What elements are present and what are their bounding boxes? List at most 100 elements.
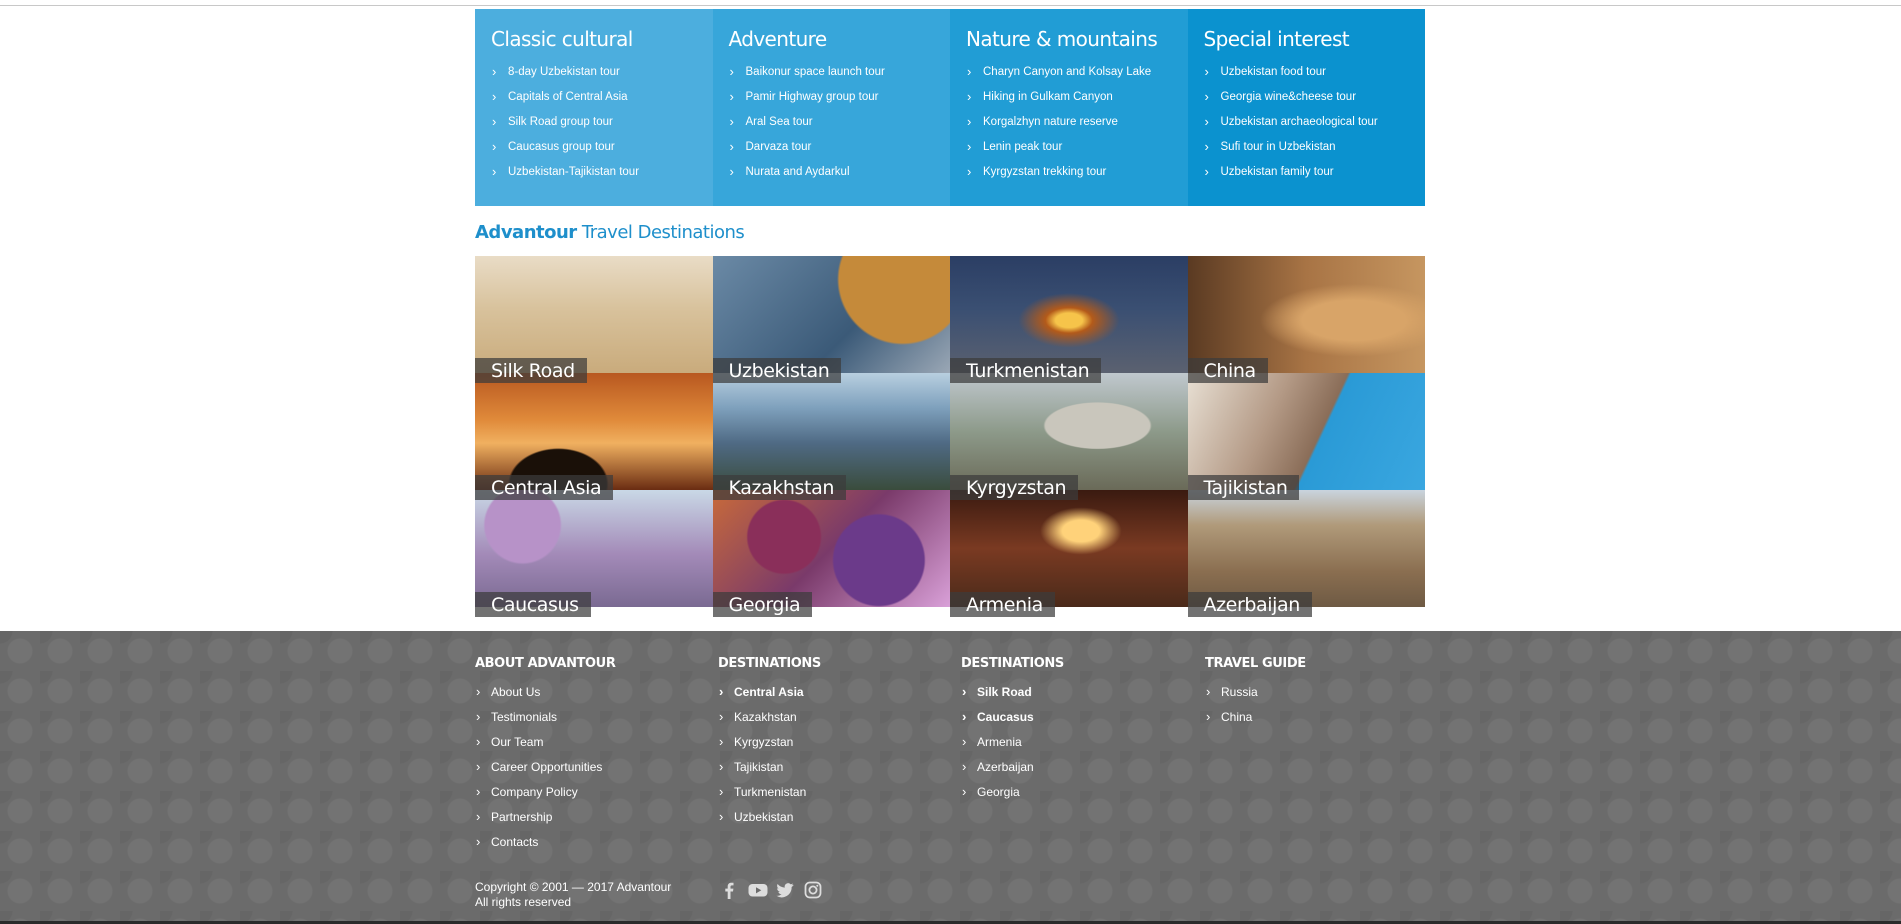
destination-label[interactable]: Caucasus bbox=[475, 592, 591, 617]
tour-column-title[interactable]: Special interest bbox=[1204, 27, 1426, 51]
footer-link[interactable]: Georgia bbox=[961, 779, 1064, 805]
destination-tile-turkmenistan[interactable]: Turkmenistan bbox=[950, 256, 1188, 383]
destination-photo bbox=[712, 373, 950, 490]
tour-link[interactable]: Sufi tour in Uzbekistan bbox=[1204, 134, 1426, 160]
destination-tile-georgia[interactable]: Georgia bbox=[712, 490, 950, 617]
footer-link[interactable]: Kazakhstan bbox=[718, 704, 821, 730]
instagram-icon[interactable] bbox=[804, 881, 822, 899]
footer-link[interactable]: Our Team bbox=[475, 729, 615, 755]
destination-photo bbox=[712, 490, 950, 607]
footer-column-title: DESTINATIONS bbox=[961, 656, 1064, 671]
destination-label[interactable]: Turkmenistan bbox=[950, 358, 1102, 383]
tour-link[interactable]: Uzbekistan family tour bbox=[1204, 159, 1426, 185]
tour-link[interactable]: Uzbekistan-Tajikistan tour bbox=[491, 159, 713, 185]
footer-link-list: Central AsiaKazakhstanKyrgyzstanTajikist… bbox=[718, 679, 821, 830]
tour-list: Charyn Canyon and Kolsay LakeHiking in G… bbox=[966, 59, 1188, 185]
tour-link[interactable]: Korgalzhyn nature reserve bbox=[966, 109, 1188, 135]
social-links bbox=[720, 881, 822, 899]
footer-column-3: DESTINATIONS Silk RoadCaucasusArmeniaAzer… bbox=[961, 656, 1064, 805]
tour-link[interactable]: Uzbekistan archaeological tour bbox=[1204, 109, 1426, 135]
destination-tile-uzbekistan[interactable]: Uzbekistan bbox=[712, 256, 950, 383]
destination-label[interactable]: Georgia bbox=[712, 592, 813, 617]
footer-link[interactable]: About Us bbox=[475, 679, 615, 705]
destination-label[interactable]: Silk Road bbox=[475, 358, 587, 383]
destinations-grid: Silk Road Uzbekistan Turkmenistan China Cent… bbox=[475, 256, 1425, 617]
tour-link[interactable]: 8-day Uzbekistan tour bbox=[491, 59, 713, 85]
tour-link[interactable]: Nurata and Aydarkul bbox=[729, 159, 951, 185]
footer-link[interactable]: China bbox=[1205, 704, 1306, 730]
footer-link[interactable]: Tajikistan bbox=[718, 754, 821, 780]
footer-link[interactable]: Azerbaijan bbox=[961, 754, 1064, 780]
destination-photo bbox=[1187, 490, 1425, 607]
tour-column-title[interactable]: Adventure bbox=[729, 27, 951, 51]
destination-label[interactable]: Kazakhstan bbox=[712, 475, 846, 500]
tour-column-title[interactable]: Classic cultural bbox=[491, 27, 713, 51]
facebook-icon[interactable] bbox=[720, 881, 738, 899]
destination-tile-china[interactable]: China bbox=[1187, 256, 1425, 383]
tour-link[interactable]: Uzbekistan food tour bbox=[1204, 59, 1426, 85]
tour-link[interactable]: Darvaza tour bbox=[729, 134, 951, 160]
tour-link[interactable]: Baikonur space launch tour bbox=[729, 59, 951, 85]
destination-photo bbox=[950, 256, 1188, 373]
destination-label[interactable]: Uzbekistan bbox=[712, 358, 842, 383]
tour-link[interactable]: Charyn Canyon and Kolsay Lake bbox=[966, 59, 1188, 85]
tour-link[interactable]: Caucasus group tour bbox=[491, 134, 713, 160]
destination-label[interactable]: Armenia bbox=[950, 592, 1055, 617]
tour-list: Baikonur space launch tourPamir Highway … bbox=[729, 59, 951, 185]
destinations-heading-brand: Advantour bbox=[475, 222, 577, 243]
tour-link[interactable]: Aral Sea tour bbox=[729, 109, 951, 135]
tour-link[interactable]: Capitals of Central Asia bbox=[491, 84, 713, 110]
destination-tile-armenia[interactable]: Armenia bbox=[950, 490, 1188, 617]
destination-tile-kazakhstan[interactable]: Kazakhstan bbox=[712, 373, 950, 500]
tour-link[interactable]: Pamir Highway group tour bbox=[729, 84, 951, 110]
footer-link[interactable]: Silk Road bbox=[961, 679, 1064, 705]
footer-link[interactable]: Contacts bbox=[475, 829, 615, 855]
destination-label[interactable]: Azerbaijan bbox=[1187, 592, 1312, 617]
footer-link[interactable]: Company Policy bbox=[475, 779, 615, 805]
destination-photo bbox=[950, 373, 1188, 490]
footer-link[interactable]: Russia bbox=[1205, 679, 1306, 705]
tour-link[interactable]: Hiking in Gulkam Canyon bbox=[966, 84, 1188, 110]
tour-link[interactable]: Silk Road group tour bbox=[491, 109, 713, 135]
tour-list: 8-day Uzbekistan tourCapitals of Central… bbox=[491, 59, 713, 185]
destination-tile-caucasus[interactable]: Caucasus bbox=[475, 490, 713, 617]
youtube-icon[interactable] bbox=[748, 881, 768, 899]
footer-link-list: About UsTestimonialsOur TeamCareer Oppor… bbox=[475, 679, 615, 855]
destination-photo bbox=[475, 490, 713, 607]
destination-tile-silk-road[interactable]: Silk Road bbox=[475, 256, 713, 383]
footer-link[interactable]: Partnership bbox=[475, 804, 615, 830]
footer-link[interactable]: Kyrgyzstan bbox=[718, 729, 821, 755]
footer-column-title: ABOUT ADVANTOUR bbox=[475, 656, 616, 671]
destination-label[interactable]: China bbox=[1187, 358, 1268, 383]
destination-tile-central-asia[interactable]: Central Asia bbox=[475, 373, 713, 500]
footer-link[interactable]: Caucasus bbox=[961, 704, 1064, 730]
tour-link[interactable]: Kyrgyzstan trekking tour bbox=[966, 159, 1188, 185]
footer-link[interactable]: Turkmenistan bbox=[718, 779, 821, 805]
copyright: Copyright © 2001 — 2017 Advantour All ri… bbox=[475, 880, 671, 910]
destination-tile-tajikistan[interactable]: Tajikistan bbox=[1187, 373, 1425, 500]
tour-list: Uzbekistan food tourGeorgia wine&cheese … bbox=[1204, 59, 1426, 185]
footer-link[interactable]: Uzbekistan bbox=[718, 804, 821, 830]
footer-link-list: Silk RoadCaucasusArmeniaAzerbaijanGeorgi… bbox=[961, 679, 1064, 805]
top-border bbox=[0, 0, 1901, 6]
twitter-icon[interactable] bbox=[776, 881, 794, 899]
tour-column-adventure: Adventure Baikonur space launch tourPamir… bbox=[712, 9, 951, 206]
destination-tile-azerbaijan[interactable]: Azerbaijan bbox=[1187, 490, 1425, 617]
destination-label[interactable]: Kyrgyzstan bbox=[950, 475, 1079, 500]
destination-label[interactable]: Tajikistan bbox=[1187, 475, 1300, 500]
destination-label[interactable]: Central Asia bbox=[475, 475, 614, 500]
tour-link[interactable]: Lenin peak tour bbox=[966, 134, 1188, 160]
footer-link[interactable]: Career Opportunities bbox=[475, 754, 615, 780]
copyright-line-2: All rights reserved bbox=[475, 895, 572, 909]
footer-link[interactable]: Testimonials bbox=[475, 704, 615, 730]
destinations-heading: Advantour Travel Destinations bbox=[475, 222, 1425, 243]
footer-link[interactable]: Armenia bbox=[961, 729, 1064, 755]
destination-photo bbox=[712, 256, 950, 373]
footer-link[interactable]: Central Asia bbox=[718, 679, 821, 705]
destinations-heading-text: Travel Destinations bbox=[576, 222, 745, 243]
footer-link-list: RussiaChina bbox=[1205, 679, 1306, 730]
tour-link[interactable]: Georgia wine&cheese tour bbox=[1204, 84, 1426, 110]
tour-column-nature-mountains: Nature & mountains Charyn Canyon and Kols… bbox=[950, 9, 1188, 206]
destination-tile-kyrgyzstan[interactable]: Kyrgyzstan bbox=[950, 373, 1188, 500]
tour-column-title[interactable]: Nature & mountains bbox=[966, 27, 1188, 51]
